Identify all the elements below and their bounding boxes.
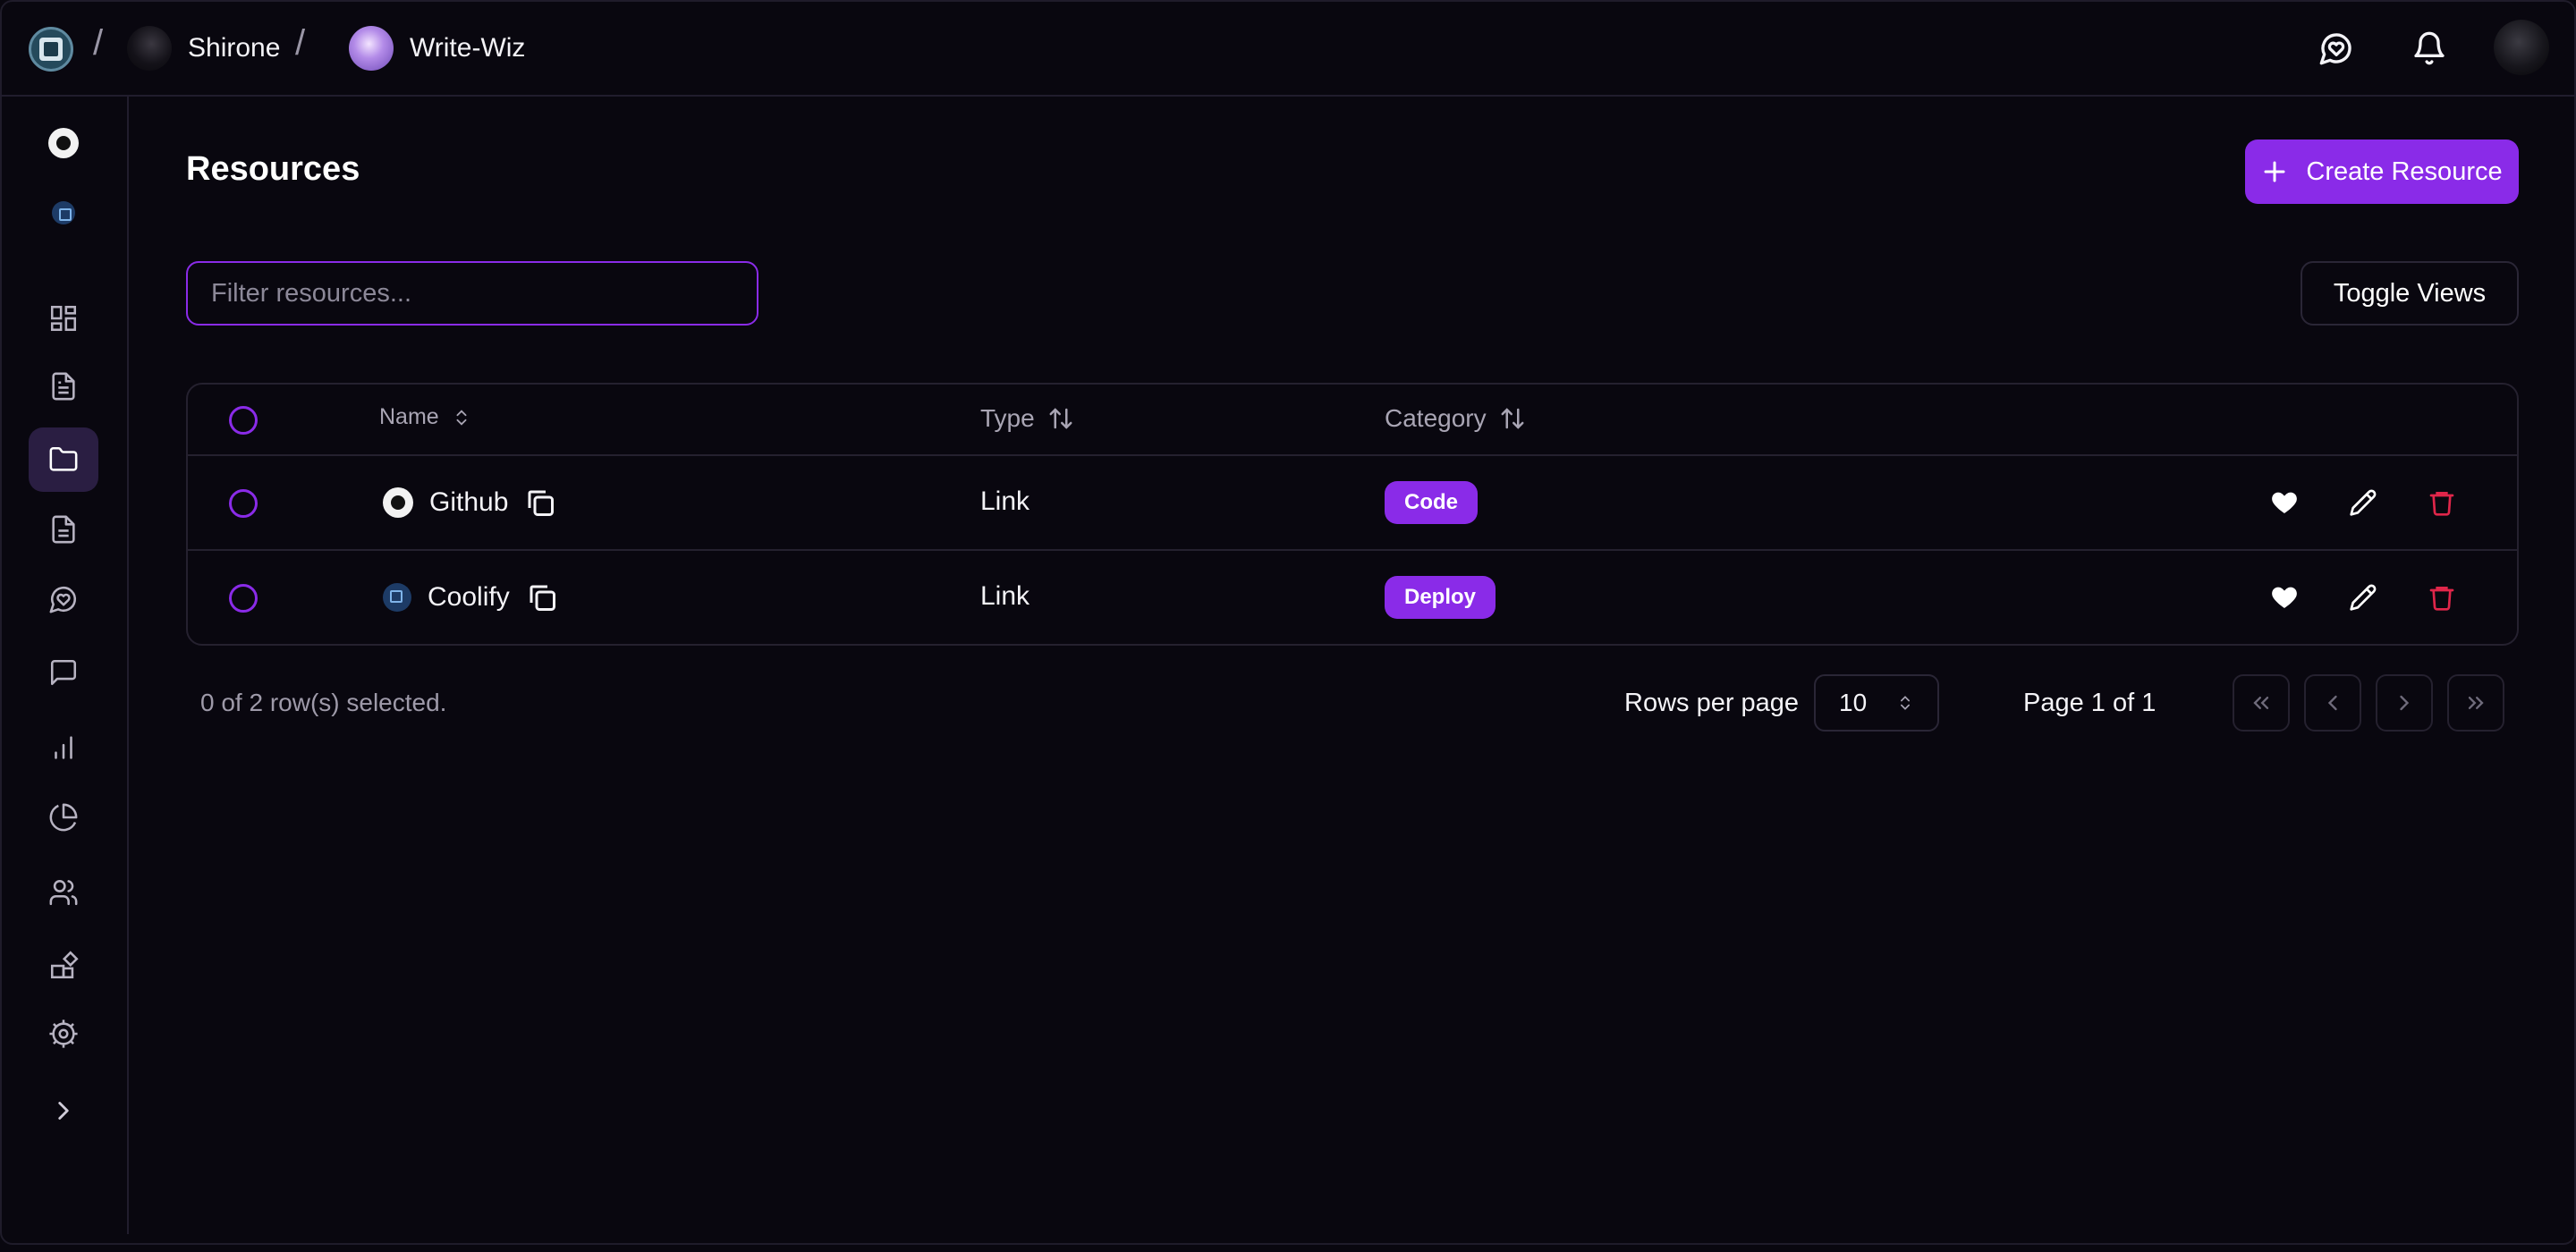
sidebar-item-dashboard[interactable] [29,286,98,351]
pie-chart-icon [49,803,78,832]
top-bar: / Shirone / Write-Wiz [0,0,2576,97]
column-header-type[interactable]: Type [980,404,1074,433]
sort-arrows-icon [1049,408,1072,429]
sidebar [0,97,129,1234]
sidebar-item-integrations[interactable] [29,934,98,998]
plus-icon [2264,161,2285,182]
breadcrumb-separator: / [93,23,104,63]
resource-name-cell: Coolify [383,581,558,613]
create-resource-button[interactable]: Create Resource [2245,140,2519,204]
folder-icon [49,446,78,471]
last-page-button[interactable] [2447,674,2504,732]
project-avatar [349,26,394,71]
sidebar-item-settings[interactable] [29,1002,98,1066]
resource-name[interactable]: Coolify [428,582,510,613]
app-logo[interactable] [29,27,73,72]
previous-page-button[interactable] [2304,674,2361,732]
row-checkbox[interactable] [229,489,258,518]
chat-bubble-icon [49,586,77,613]
selection-status: 0 of 2 row(s) selected. [200,689,447,716]
edit-pencil-icon[interactable] [2343,578,2383,617]
chevrons-up-down-icon [1901,696,1910,710]
sidebar-item-coolify[interactable] [29,181,98,245]
category-badge: Deploy [1385,576,1496,619]
page-title: Resources [186,150,360,188]
copy-icon[interactable] [524,486,556,519]
next-page-button[interactable] [2376,674,2433,732]
workspace-avatar [127,26,172,71]
breadcrumb-project[interactable]: Write-Wiz [349,25,525,72]
column-header-category[interactable]: Category [1385,404,1526,433]
chevron-right-icon [2400,695,2410,711]
github-icon [48,128,79,158]
select-all-checkbox[interactable] [229,406,258,435]
column-name-label: Name [379,404,439,429]
chevrons-left-icon [2253,697,2269,709]
category-badge: Code [1385,481,1478,524]
resource-type: Link [980,486,1030,516]
coolify-icon [52,201,75,224]
sidebar-item-reports[interactable] [29,785,98,850]
delete-trash-icon[interactable] [2422,578,2462,617]
notifications-bell-icon[interactable] [2410,29,2449,68]
table-row: Github Link Code [188,456,2517,551]
resource-type: Link [980,581,1030,611]
favorite-heart-icon[interactable] [2265,483,2304,522]
sidebar-item-github[interactable] [29,111,98,175]
chevrons-up-down-icon [456,409,467,426]
favorite-heart-icon[interactable] [2265,578,2304,617]
table-row: Coolify Link Deploy [188,551,2517,646]
user-avatar[interactable] [2494,20,2549,75]
edit-pencil-icon[interactable] [2343,483,2383,522]
rows-per-page-label: Rows per page [1624,689,1800,717]
file-text-icon [52,515,75,544]
chevron-left-icon [2327,695,2337,711]
column-category-label: Category [1385,404,1487,432]
resource-name[interactable]: Github [429,487,508,518]
sidebar-item-messages[interactable] [29,640,98,705]
row-checkbox[interactable] [229,584,258,613]
chevron-right-icon [58,1102,69,1120]
page-info: Page 1 of 1 [2023,689,2157,717]
coolify-icon [383,583,411,612]
sort-arrows-icon [1501,408,1524,429]
delete-trash-icon[interactable] [2422,483,2462,522]
rows-per-page-value: 10 [1839,689,1868,716]
sidebar-item-files[interactable] [29,497,98,562]
github-icon [383,487,413,518]
copy-icon[interactable] [526,581,558,613]
sidebar-item-documents[interactable] [29,354,98,419]
bar-chart-icon [55,736,72,759]
chevrons-right-icon [2468,697,2484,709]
project-name: Write-Wiz [410,33,526,63]
toggle-views-button[interactable]: Toggle Views [2301,261,2519,326]
filter-resources-input[interactable] [186,261,758,326]
settings-icon [49,1019,78,1048]
feedback-icon[interactable] [2317,29,2356,68]
breadcrumb-workspace[interactable]: Shirone [127,25,280,72]
message-icon [50,659,77,686]
users-icon [49,879,78,906]
sidebar-item-feedback[interactable] [29,567,98,631]
rows-per-page-select[interactable]: 10 [1814,674,1939,732]
column-header-name[interactable]: Name [379,404,471,430]
document-icon [52,372,75,401]
first-page-button[interactable] [2233,674,2290,732]
sidebar-item-analytics[interactable] [29,715,98,780]
column-type-label: Type [980,404,1035,432]
create-resource-label: Create Resource [2306,156,2503,186]
resources-table: Name Type Category Github Link Code Cool… [186,383,2519,646]
toggle-views-label: Toggle Views [2333,278,2487,308]
resource-name-cell: Github [383,486,556,519]
table-header-row: Name Type Category [188,385,2517,456]
sidebar-expand-button[interactable] [29,1079,98,1143]
breadcrumb-separator: / [295,23,306,63]
sidebar-item-resources[interactable] [29,427,98,492]
sidebar-item-team[interactable] [29,860,98,925]
dashboard-icon [50,305,77,332]
integrations-icon [50,951,79,979]
workspace-name: Shirone [188,33,281,63]
